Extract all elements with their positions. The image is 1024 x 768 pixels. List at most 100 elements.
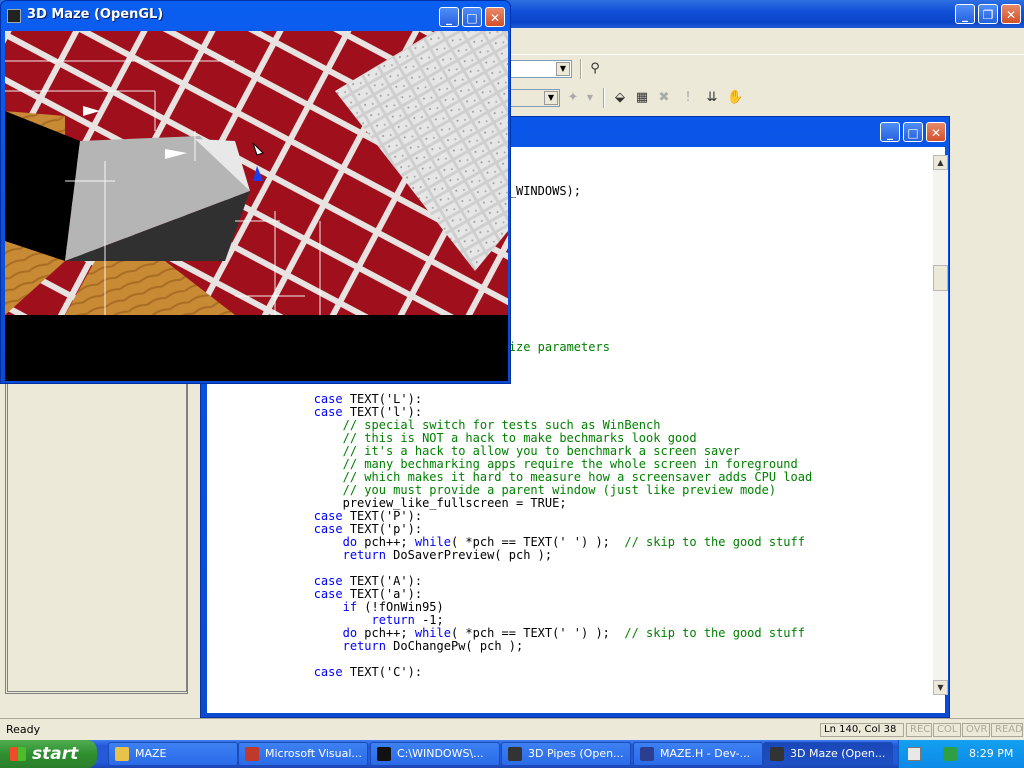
config-combo[interactable]: ▼ — [510, 60, 572, 78]
start-button[interactable]: start — [0, 740, 97, 768]
stop-build-icon[interactable]: ✖ — [656, 90, 672, 106]
code-keyword: while — [414, 535, 451, 549]
build-icon[interactable]: ▦ — [634, 90, 650, 106]
code-line[interactable]: return DoSaverPreview( pch ); — [227, 549, 927, 562]
find-binoculars-icon[interactable]: ⚲ — [587, 61, 603, 77]
indicator-ovr: OVR — [962, 723, 990, 737]
clock[interactable]: 8:29 PM — [969, 740, 1013, 768]
app-icon — [245, 747, 259, 761]
code-keyword: if — [342, 600, 358, 614]
breakpoint-hand-icon[interactable]: ✋ — [727, 90, 743, 106]
editor-minimize-button[interactable]: _ — [880, 122, 900, 142]
maze-scene — [5, 31, 508, 381]
code-comment: // this is NOT a hack to make bechmarks … — [342, 431, 697, 445]
code-text: TEXT('C'): — [342, 665, 423, 679]
go-icon[interactable]: ⇊ — [704, 90, 720, 106]
taskbar-button[interactable]: C:\WINDOWS\... — [370, 742, 500, 766]
scroll-up-button[interactable]: ▲ — [933, 155, 948, 170]
code-keyword: case — [313, 405, 343, 419]
target-combo[interactable]: ▼ — [510, 89, 560, 107]
maze-minimize-button[interactable]: _ — [439, 7, 459, 27]
taskbar-button[interactable]: Microsoft Visual... — [238, 742, 368, 766]
app-icon — [508, 747, 522, 761]
code-text: -1; — [414, 613, 444, 627]
taskbar-button[interactable]: MAZE — [108, 742, 238, 766]
taskbar-button[interactable]: MAZE.H - Dev-... — [633, 742, 763, 766]
taskbar-button-label: 3D Maze (Open... — [790, 747, 886, 760]
wand-icon[interactable]: ✦ — [565, 90, 581, 106]
code-comment: // skip to the good stuff — [624, 535, 805, 549]
execute-icon[interactable]: ! — [680, 90, 696, 106]
chevron-down-icon[interactable]: ▼ — [544, 91, 558, 105]
code-text: DoSaverPreview( pch ); — [385, 548, 553, 562]
taskbar: start MAZE Microsoft Visual... C:\WINDOWS\… — [0, 740, 1024, 768]
vertical-scrollbar[interactable]: ▲ ▼ — [933, 155, 948, 695]
chevron-down-icon[interactable]: ▼ — [556, 62, 570, 76]
indicator-read: READ — [991, 723, 1023, 737]
indicator-col: COL — [933, 723, 961, 737]
keyboard-icon[interactable] — [907, 747, 921, 761]
maze-3d-viewport[interactable] — [5, 31, 508, 381]
toolbar-separator — [603, 88, 605, 108]
taskbar-button[interactable]: 3D Maze (Open... — [763, 742, 893, 766]
code-comment: // skip to the good stuff — [624, 626, 805, 640]
maze-maximize-button[interactable]: □ — [462, 7, 482, 27]
editor-maximize-button[interactable]: □ — [903, 122, 923, 142]
taskbar-button-label: MAZE.H - Dev-... — [660, 747, 751, 760]
code-keyword: case — [313, 574, 343, 588]
code-keyword: return — [371, 613, 415, 627]
code-keyword: case — [313, 522, 343, 536]
maze-window-title: 3D Maze (OpenGL) — [27, 7, 164, 22]
code-keyword: case — [313, 587, 343, 601]
chevron-down-icon[interactable]: ▼ — [582, 90, 598, 106]
scroll-thumb[interactable] — [933, 265, 948, 291]
status-bar: Ready Ln 140, Col 38 REC COL OVR READ — [0, 718, 1024, 741]
code-keyword: do — [342, 535, 358, 549]
opengl-app-icon — [7, 9, 21, 23]
ide-close-button[interactable]: ✕ — [1001, 4, 1021, 24]
status-text: Ready — [6, 723, 41, 736]
editor-close-button[interactable]: ✕ — [926, 122, 946, 142]
workspace-tree[interactable] — [7, 382, 187, 692]
compile-icon[interactable]: ⬙ — [612, 90, 628, 106]
code-line[interactable]: case TEXT('C'): — [227, 666, 927, 679]
app-icon — [640, 747, 654, 761]
app-icon — [115, 747, 129, 761]
maze-close-button[interactable]: ✕ — [485, 7, 505, 27]
code-text: TEXT('P'): — [342, 509, 423, 523]
code-line[interactable]: return DoChangePw( pch ); — [227, 640, 927, 653]
network-icon[interactable] — [943, 747, 957, 761]
code-text: TEXT('p'): — [342, 522, 423, 536]
ide-maximize-button[interactable]: ❐ — [978, 4, 998, 24]
windows-logo-icon — [10, 747, 26, 761]
start-label: start — [32, 744, 79, 764]
app-icon — [377, 747, 391, 761]
taskbar-button-label: MAZE — [135, 747, 167, 760]
code-keyword: return — [342, 548, 386, 562]
code-text: TEXT('L'): — [342, 392, 423, 406]
maze-window[interactable]: 3D Maze (OpenGL) _ □ ✕ — [0, 0, 511, 384]
taskbar-button-label: C:\WINDOWS\... — [397, 747, 484, 760]
code-keyword: case — [313, 665, 343, 679]
ide-minimize-button[interactable]: _ — [955, 4, 975, 24]
code-comment: // many bechmarking apps require the who… — [342, 457, 798, 471]
taskbar-button[interactable]: 3D Pipes (Open... — [501, 742, 631, 766]
code-keyword: case — [313, 392, 343, 406]
scroll-down-button[interactable]: ▼ — [933, 680, 948, 695]
